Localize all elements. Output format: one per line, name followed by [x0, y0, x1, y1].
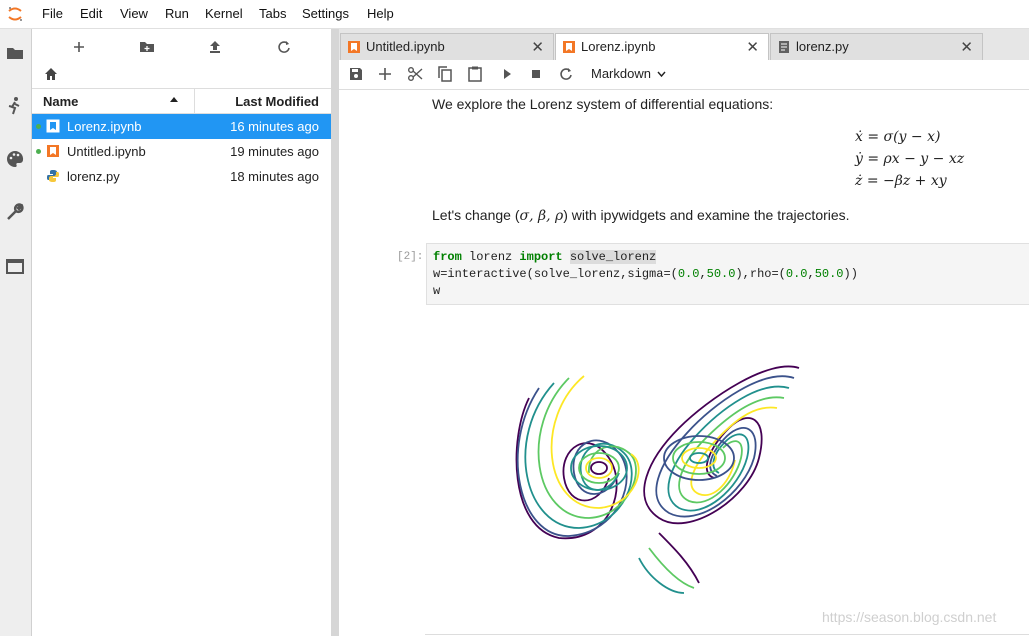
markdown-change: Let's change (σ, β, ρ) with ipywidgets a…	[432, 207, 850, 224]
save-icon[interactable]	[347, 65, 365, 83]
restart-icon[interactable]	[557, 65, 575, 83]
file-modified: 19 minutes ago	[230, 144, 319, 159]
stop-icon[interactable]	[527, 65, 545, 83]
new-folder-icon[interactable]	[136, 37, 158, 57]
code-text: w=interactive(solve_lorenz,sigma=(	[433, 267, 678, 281]
lorenz-attractor-plot	[515, 365, 800, 594]
add-cell-icon[interactable]	[376, 65, 394, 83]
cell-type-label: Markdown	[591, 66, 651, 81]
notebook-icon	[348, 41, 360, 53]
file-row[interactable]: Untitled.ipynb 19 minutes ago	[32, 139, 331, 164]
file-row[interactable]: lorenz.py 18 minutes ago	[32, 164, 331, 189]
code-number: 50.0	[814, 267, 844, 281]
cut-icon[interactable]	[406, 65, 424, 83]
menu-run[interactable]: Run	[165, 6, 189, 21]
jupyter-logo-icon	[8, 7, 22, 21]
menu-tabs[interactable]: Tabs	[259, 6, 286, 21]
code-line-3: w	[433, 284, 441, 298]
file-name: Lorenz.ipynb	[67, 119, 142, 134]
code-number: 0.0	[785, 267, 808, 281]
code-text: ))	[843, 267, 858, 281]
equation-y: ẏ = ρx − y − xz	[855, 151, 965, 167]
code-line-2: w=interactive(solve_lorenz,sigma=(0.0,50…	[433, 267, 858, 281]
panel-splitter[interactable]	[331, 29, 339, 636]
sort-ascending-icon	[170, 97, 178, 102]
file-list-header: Name Last Modified	[32, 88, 331, 114]
menu-settings[interactable]: Settings	[302, 6, 349, 21]
tab-lorenz-ipynb[interactable]: Lorenz.ipynb ✕	[555, 33, 769, 61]
chevron-down-icon	[657, 71, 666, 78]
file-browser: Name Last Modified Lorenz.ipynb 16 minut…	[32, 29, 331, 636]
cell-type-select[interactable]: Markdown	[591, 66, 666, 81]
notebook-icon	[563, 41, 575, 53]
menu-view[interactable]: View	[120, 6, 148, 21]
notebook-icon	[46, 119, 60, 133]
running-indicator	[36, 149, 41, 154]
change-text-after: ) with ipywidgets and examine the trajec…	[563, 207, 850, 223]
close-icon[interactable]: ✕	[960, 38, 973, 56]
change-text-before: Let's change (	[432, 207, 520, 223]
code-highlight: solve_lorenz	[569, 250, 657, 264]
code-text: ,	[807, 267, 815, 281]
code-cell[interactable]: from lorenz import solve_lorenz w=intera…	[426, 243, 1029, 305]
tabs-icon[interactable]	[5, 256, 25, 276]
document-tab-bar: Untitled.ipynb ✕ Lorenz.ipynb ✕ lorenz.p…	[339, 29, 1029, 61]
equation-z: ż = −βz + xy	[855, 173, 947, 189]
home-icon[interactable]	[44, 67, 58, 81]
equation-x: ẋ = σ(y − x)	[855, 129, 941, 145]
cell-separator	[425, 634, 1029, 635]
file-name: Untitled.ipynb	[67, 144, 146, 159]
wrench-icon[interactable]	[5, 202, 25, 222]
close-icon[interactable]: ✕	[531, 38, 544, 56]
column-name[interactable]: Name	[43, 94, 78, 109]
change-params: σ, β, ρ	[519, 208, 564, 224]
file-modified: 16 minutes ago	[230, 119, 319, 134]
folder-icon[interactable]	[5, 43, 25, 63]
menu-kernel[interactable]: Kernel	[205, 6, 243, 21]
menu-bar: File Edit View Run Kernel Tabs Settings …	[0, 0, 1029, 29]
copy-icon[interactable]	[436, 65, 454, 83]
watermark: https://season.blog.csdn.net	[822, 609, 997, 625]
running-icon[interactable]	[5, 96, 25, 116]
code-keyword: import	[519, 250, 563, 264]
paste-icon[interactable]	[466, 65, 484, 83]
close-icon[interactable]: ✕	[746, 38, 759, 56]
notebook-icon	[47, 145, 59, 157]
code-number: 50.0	[706, 267, 736, 281]
run-icon[interactable]	[498, 65, 516, 83]
cell-prompt: [2]:	[397, 251, 424, 263]
tab-lorenz-py[interactable]: lorenz.py ✕	[770, 33, 983, 60]
left-sidebar	[0, 29, 32, 636]
python-file-icon	[47, 170, 59, 182]
tab-label: Lorenz.ipynb	[581, 39, 656, 54]
file-modified: 18 minutes ago	[230, 169, 319, 184]
code-text: lorenz	[461, 250, 520, 264]
menu-help[interactable]: Help	[367, 6, 394, 21]
notebook-content: We explore the Lorenz system of differen…	[339, 90, 1029, 636]
file-row[interactable]: Lorenz.ipynb 16 minutes ago	[32, 114, 331, 139]
code-number: 0.0	[677, 267, 700, 281]
refresh-icon[interactable]	[273, 37, 295, 57]
code-keyword: from	[433, 250, 462, 264]
upload-icon[interactable]	[204, 37, 226, 57]
notebook-toolbar: Markdown	[339, 60, 1029, 90]
column-last-modified[interactable]: Last Modified	[235, 94, 319, 109]
code-text: ,	[699, 267, 707, 281]
text-file-icon	[779, 41, 789, 53]
file-name: lorenz.py	[67, 169, 120, 184]
column-divider[interactable]	[194, 89, 195, 113]
running-indicator	[36, 124, 41, 129]
code-line-1: from lorenz import solve_lorenz	[433, 250, 657, 264]
tab-label: Untitled.ipynb	[366, 39, 445, 54]
file-browser-toolbar	[32, 29, 331, 89]
menu-file[interactable]: File	[42, 6, 63, 21]
code-text: ),rho=(	[735, 267, 786, 281]
menu-edit[interactable]: Edit	[80, 6, 102, 21]
new-launcher-icon[interactable]	[68, 37, 90, 57]
tab-untitled-ipynb[interactable]: Untitled.ipynb ✕	[340, 33, 554, 60]
markdown-intro: We explore the Lorenz system of differen…	[432, 96, 774, 112]
tab-label: lorenz.py	[796, 39, 849, 54]
palette-icon[interactable]	[5, 149, 25, 169]
